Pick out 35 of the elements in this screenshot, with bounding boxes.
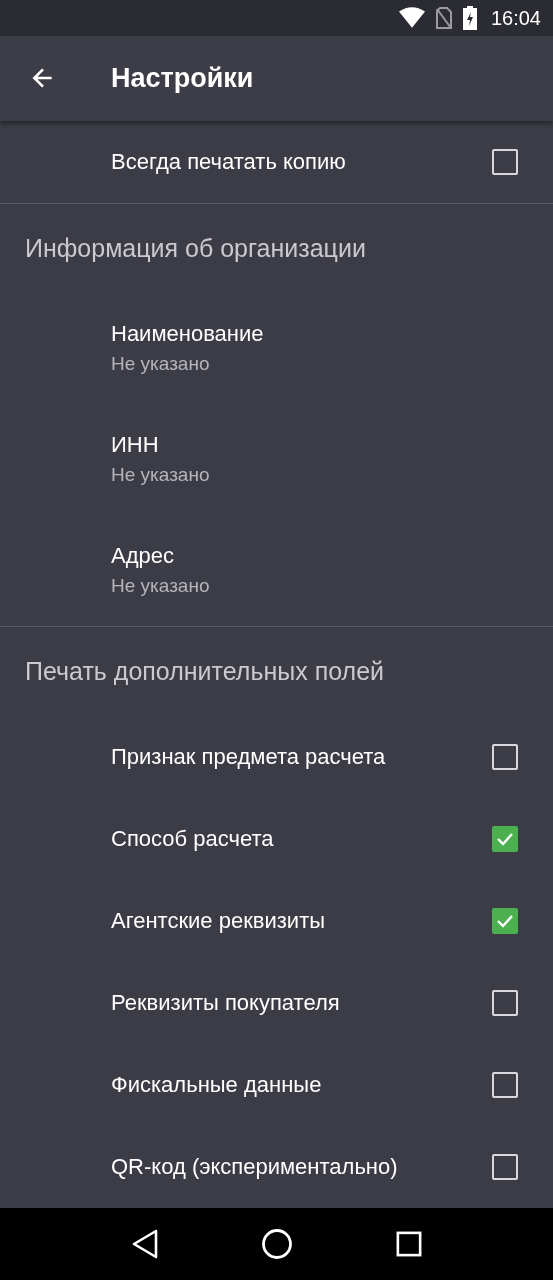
- setting-label: QR-код (экспериментально): [111, 1153, 398, 1180]
- recents-icon[interactable]: [395, 1230, 422, 1257]
- setting-row[interactable]: Способ расчета: [0, 797, 553, 880]
- no-sim-icon: [434, 7, 453, 30]
- setting-row[interactable]: QR-код (экспериментально): [0, 1125, 553, 1208]
- setting-summary: Не указано: [111, 353, 211, 375]
- home-icon[interactable]: [261, 1227, 294, 1260]
- checkbox[interactable]: [492, 907, 518, 934]
- checkbox[interactable]: [492, 825, 518, 852]
- back-icon[interactable]: [131, 1228, 160, 1259]
- setting-label: Агентские реквизиты: [111, 907, 326, 934]
- section-header: Печать дополнительных полей: [24, 655, 385, 687]
- status-time: 16:04: [490, 6, 541, 30]
- wifi-icon: [398, 7, 425, 30]
- setting-label: Всегда печатать копию: [111, 148, 346, 175]
- setting-row[interactable]: Агентские реквизиты: [0, 879, 553, 962]
- setting-summary: Не указано: [111, 464, 211, 486]
- setting-label: Наименование: [111, 321, 265, 347]
- section-header: Информация об организации: [24, 232, 367, 264]
- setting-label: Реквизиты покупателя: [111, 989, 340, 1016]
- setting-row[interactable]: Всегда печатать копию: [0, 120, 553, 203]
- setting-row[interactable]: Наименование Не указано: [0, 292, 553, 404]
- setting-label: Адрес: [111, 543, 175, 569]
- screen-title: Настройки: [111, 62, 254, 94]
- setting-label: ИНН: [111, 432, 160, 458]
- setting-row[interactable]: Адрес Не указано: [0, 514, 553, 626]
- setting-label: Способ расчета: [111, 825, 274, 852]
- setting-summary: Не указано: [111, 575, 211, 597]
- setting-label: Фискальные данные: [111, 1071, 322, 1098]
- setting-row[interactable]: Фискальные данные: [0, 1043, 553, 1126]
- setting-label: Признак предмета расчета: [111, 743, 386, 770]
- battery-icon: [462, 6, 477, 31]
- setting-row[interactable]: Реквизиты покупателя: [0, 961, 553, 1044]
- setting-row[interactable]: Признак предмета расчета: [0, 715, 553, 798]
- setting-row[interactable]: ИНН Не указано: [0, 403, 553, 515]
